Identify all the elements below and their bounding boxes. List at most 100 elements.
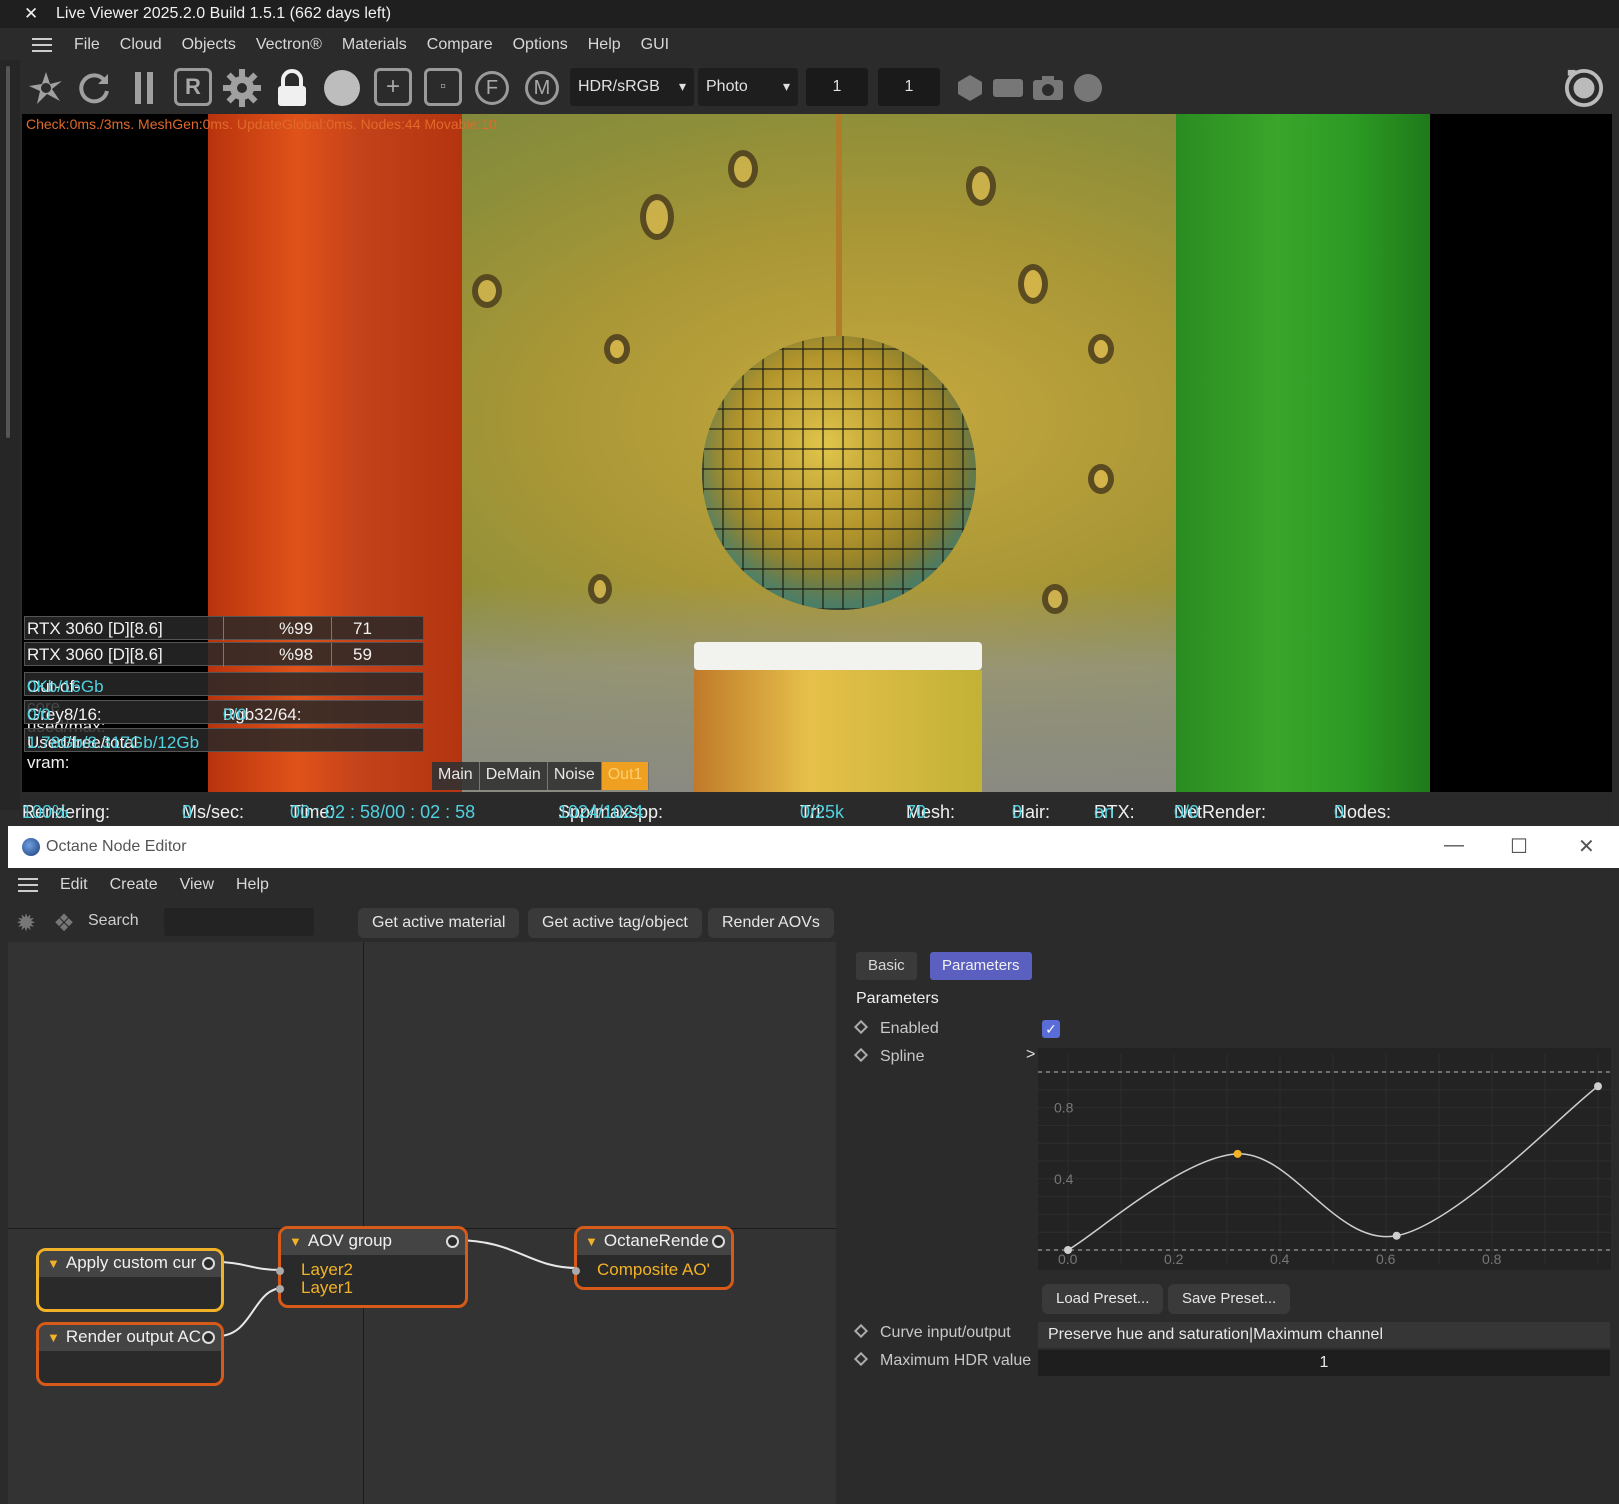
spline-graph[interactable]: 0.80.40.0 0.2 0.4 0.6 0.8 [1038,1048,1611,1270]
gear-icon[interactable]: ✹ [12,910,40,938]
pin-label: Layer2 [301,1260,353,1279]
node-header: ▼ AOV group [281,1229,465,1255]
menu-edit[interactable]: Edit [60,876,88,894]
menu-help[interactable]: Help [236,876,269,894]
hexagon-icon[interactable] [950,68,990,108]
spline-control-point[interactable] [1233,1149,1242,1158]
render-viewport[interactable]: Check:0ms./3ms. MeshGen:0ms. UpdateGloba… [22,114,1612,792]
render-aovs-button[interactable]: Render AOVs [708,908,834,938]
get-active-tag-button[interactable]: Get active tag/object [528,908,702,938]
color-space-select[interactable]: HDR/sRGB ▾ [570,68,694,106]
menu-materials[interactable]: Materials [342,36,407,54]
circle-icon[interactable] [1068,68,1108,108]
material-picker-icon[interactable]: M [522,68,562,108]
node-octane-render[interactable]: ▼ OctaneRende Composite AO' [572,1226,734,1290]
settings-gear-icon[interactable] [222,68,262,108]
menu-help[interactable]: Help [588,36,621,54]
refresh-icon[interactable] [74,68,114,108]
save-preset-button[interactable]: Save Preset... [1168,1284,1291,1314]
collapse-triangle-icon[interactable]: ▼ [47,1256,60,1271]
keyframe-diamond-icon[interactable] [853,1323,869,1339]
node-graph-canvas[interactable]: ▼ Apply custom cur ▼ Render output AC ▼ AOV… [8,942,836,1504]
output-pin[interactable] [446,1235,459,1248]
mesh-value: 70 [906,802,927,822]
menu-gui[interactable]: GUI [641,36,669,54]
keyframe-diamond-icon[interactable] [853,1047,869,1063]
maximize-icon[interactable]: ☐ [1510,834,1528,859]
focus-picker-label: F [475,71,509,105]
menu-file[interactable]: File [74,36,100,54]
region-icon[interactable]: R [174,68,212,106]
dock-scrollbar[interactable] [6,66,10,438]
search-input[interactable] [164,908,314,936]
imager-mode-select[interactable]: Photo ▾ [698,68,798,106]
left-dock-strip [0,60,20,810]
collapse-triangle-icon[interactable]: ▼ [585,1234,598,1249]
node-render-output-aov[interactable]: ▼ Render output AC [36,1322,224,1386]
node-aov-group[interactable]: ▼ AOV group Layer2 Layer1 [276,1226,468,1308]
spline-control-point[interactable] [1064,1246,1072,1254]
menu-objects[interactable]: Objects [182,36,236,54]
enabled-checkbox[interactable]: ✓ [1042,1020,1060,1038]
spline-x-tick-label: 0.2 [1164,1251,1184,1267]
input-pin[interactable] [276,1285,284,1293]
spline-control-point[interactable] [1594,1082,1602,1091]
light-spot [1088,334,1114,364]
node-link-icon[interactable]: ❖ [50,910,78,938]
rtx-value: on [1094,802,1115,822]
hamburger-menu-icon[interactable] [18,878,38,892]
output-pin[interactable] [712,1235,725,1248]
menu-options[interactable]: Options [513,36,568,54]
film-region-icon[interactable]: ▫ [424,68,462,106]
output-pin[interactable] [202,1257,215,1270]
node-apply-custom-curve[interactable]: ▼ Apply custom cur [36,1248,224,1312]
chevron-right-icon[interactable]: > [1026,1046,1035,1064]
tab-parameters[interactable]: Parameters [930,952,1032,980]
menu-view[interactable]: View [180,876,214,894]
keyframe-diamond-icon[interactable] [853,1019,869,1035]
clay-sphere-icon[interactable] [322,68,362,108]
spline-row: Spline [853,1047,924,1066]
tab-demain[interactable]: DeMain [479,762,548,790]
input-pin[interactable] [276,1267,284,1275]
close-icon[interactable]: ✕ [1578,834,1595,859]
input-pin[interactable] [572,1267,580,1275]
spline-control-point[interactable] [1392,1231,1401,1240]
hamburger-menu-icon[interactable] [32,38,52,52]
tab-basic[interactable]: Basic [856,952,917,980]
spline-curve-editor[interactable]: 0.8 0.4 0.0 0.2 0.4 0.6 0.8 [1038,1048,1611,1270]
menu-create[interactable]: Create [110,876,158,894]
load-preset-button[interactable]: Load Preset... [1042,1284,1164,1314]
get-active-material-button[interactable]: Get active material [358,908,520,938]
gpu-usage: %99 [279,619,314,638]
record-icon[interactable] [1564,68,1604,108]
max-hdr-input[interactable]: 1 [1038,1350,1610,1376]
close-icon[interactable]: ✕ [24,4,38,24]
output-pin[interactable] [202,1331,215,1344]
lock-icon[interactable] [272,68,312,108]
pedestal-render [694,670,982,792]
send-icon[interactable] [26,68,66,108]
keyframe-diamond-icon[interactable] [853,1351,869,1367]
menu-compare[interactable]: Compare [427,36,493,54]
curve-io-dropdown[interactable]: Preserve hue and saturation|Maximum chan… [1038,1322,1610,1348]
camera-icon[interactable] [1028,68,1068,108]
parameters-heading: Parameters [856,990,939,1007]
minimize-icon[interactable]: — [1444,834,1464,857]
tab-noise[interactable]: Noise [547,762,602,790]
vram-row: Used/free/total vram: 1.78Gb/8.317Gb/12G… [24,728,424,772]
rectangle-icon[interactable] [988,68,1028,108]
focus-picker-icon[interactable]: F [472,68,512,108]
tab-out1[interactable]: Out1 [601,762,650,790]
collapse-triangle-icon[interactable]: ▼ [289,1234,302,1249]
pause-icon[interactable] [124,68,164,108]
menu-vectron[interactable]: Vectron® [256,36,322,54]
menu-cloud[interactable]: Cloud [120,36,162,54]
column-divider [223,643,224,667]
tab-main[interactable]: Main [432,762,480,790]
number-field-1[interactable]: 1 [806,68,868,106]
add-region-icon[interactable]: + [374,68,412,106]
number-field-2[interactable]: 1 [878,68,940,106]
rendering-value: 100% [22,802,69,822]
collapse-triangle-icon[interactable]: ▼ [47,1330,60,1345]
